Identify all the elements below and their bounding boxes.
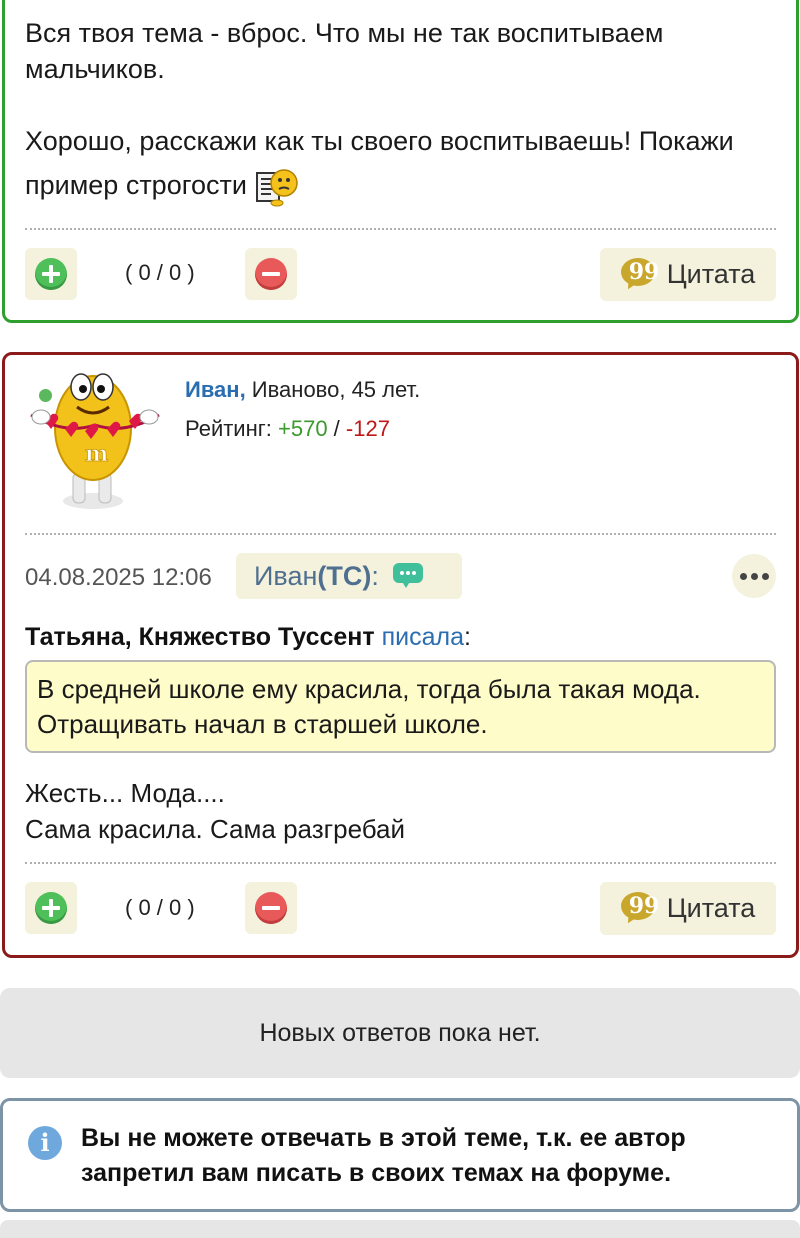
forum-post: Вся твоя тема - вброс. Что мы не так вос… [2,0,799,323]
divider [25,533,776,535]
rating-line: Рейтинг: +570 / -127 [185,416,390,442]
post-text-line: пример строгости [25,163,772,207]
post-text: пример строгости [25,170,247,200]
rating-plus: +570 [278,416,328,441]
vote-down-button[interactable] [245,248,297,300]
chip-author-name: Иван [254,560,318,591]
rating-label: Рейтинг: [185,416,278,441]
vote-count: ( 0 / 0 ) [125,260,195,285]
post-date: 04.08.2025 12:06 [25,564,212,591]
online-status-indicator [39,389,52,402]
post-text-line: мальчиков. [25,54,165,84]
vote-up-button[interactable] [25,248,77,300]
dot-icon [761,572,769,580]
chat-bubble-icon [392,563,423,589]
vote-down-button[interactable] [245,882,297,934]
bottom-panel [0,1220,800,1238]
svg-text:m: m [85,441,108,467]
divider [25,862,776,864]
quoted-author: Татьяна, Княжество Туссент [25,623,375,651]
divider [25,228,776,230]
dot-icon [739,572,747,580]
vote-count: ( 0 / 0 ) [125,895,195,920]
quoted-wrote-link[interactable]: писала [382,623,464,651]
rating-separator: / [327,416,346,441]
quote-text-line: В средней школе ему красила, тогда была … [37,674,701,704]
quote-button[interactable]: 99 Цитата [600,248,776,301]
plus-icon [35,892,67,924]
no-replies-notice: Новых ответов пока нет. [0,988,800,1078]
info-icon: i [28,1126,62,1160]
post-text-line: Хорошо, расскажи как ты своего воспитыва… [25,126,734,156]
quote-button-label: Цитата [666,259,756,289]
reply-to-author-button[interactable]: Иван (ТС): [236,553,462,599]
post-text-line: Жесть... Мода.... [25,778,225,808]
quote-text-line: Отращивать начал в старшей школе. [37,709,488,739]
no-replies-text: Новых ответов пока нет. [259,1018,541,1047]
reading-newspaper-emoji-icon [255,165,299,209]
minus-icon [255,258,287,290]
topic-starter-tag: (ТС) [317,560,372,591]
rating-minus: -127 [345,416,390,441]
author-line: Иван, Иваново, 45 лет. [185,377,420,403]
quote-block: В средней школе ему красила, тогда была … [25,660,776,753]
author-meta: Иваново, 45 лет. [245,377,421,402]
more-options-button[interactable] [732,554,776,598]
quote-button-label: Цитата [666,893,756,923]
info-text: Вы не можете отвечать в этой теме, т.к. … [81,1121,767,1191]
vote-up-button[interactable] [25,882,77,934]
quote-bubble-icon: 99 [620,257,659,292]
quote-button[interactable]: 99 Цитата [600,882,776,935]
minus-icon [255,892,287,924]
quote-header-colon: : [463,623,471,651]
info-text-line: запретил вам писать в своих темах на фор… [81,1159,672,1187]
chip-colon: : [371,560,379,591]
info-text-line: Вы не можете отвечать в этой теме, т.к. … [81,1124,686,1152]
quote-header: Татьяна, Княжество Туссент писала: [25,623,471,652]
quote-bubble-icon: 99 [620,891,659,926]
post-text-line: Сама красила. Сама разгребай [25,814,406,844]
forum-post: m Иван, Иваново, 45 лет. Рейтинг: +570 /… [2,352,799,958]
info-notice: i Вы не можете отвечать в этой теме, т.к… [0,1098,800,1212]
plus-icon [35,258,67,290]
post-text-line: Вся твоя тема - вброс. Что мы не так вос… [25,18,664,48]
dot-icon [750,572,758,580]
author-name-link[interactable]: Иван, [185,377,246,402]
